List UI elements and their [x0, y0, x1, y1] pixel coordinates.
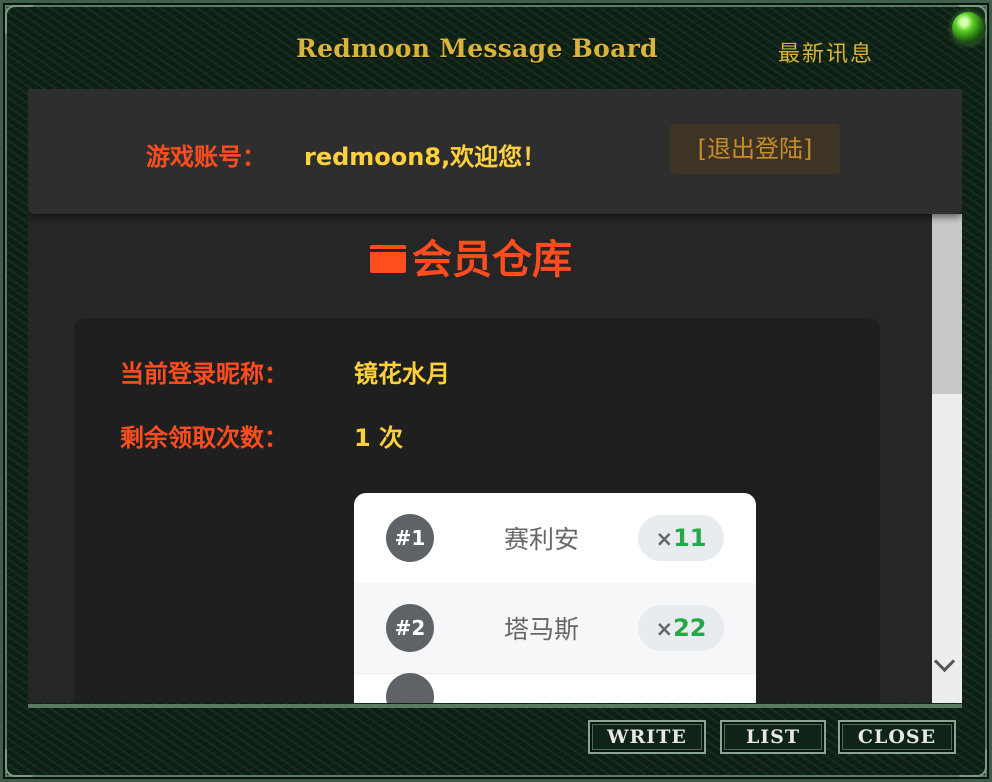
window-title: Redmoon Message Board: [296, 34, 658, 63]
quantity-value: 22: [673, 614, 707, 642]
quantity-prefix: ×: [655, 617, 674, 641]
list-button[interactable]: LIST: [720, 720, 826, 754]
frame-corner-ornament: [5, 5, 33, 33]
list-item-partial[interactable]: [354, 673, 756, 703]
close-button[interactable]: CLOSE: [838, 720, 956, 754]
nickname-value: 镜花水月: [354, 360, 450, 388]
quantity-badge: ×11: [638, 515, 724, 561]
write-button[interactable]: WRITE: [588, 720, 706, 754]
quantity-prefix: ×: [655, 527, 674, 551]
latest-news-link[interactable]: 最新讯息: [778, 36, 874, 68]
scrollbar-thumb[interactable]: [932, 214, 962, 394]
green-gem-icon: [952, 12, 984, 44]
content-viewport: 游戏账号： redmoon8,欢迎您！ [退出登陆] 会员仓库 当前登录昵称： …: [28, 89, 962, 703]
warehouse-card: 当前登录昵称： 镜花水月 剩余领取次数： 1 次 #1 赛利安 ×11 #2 塔…: [74, 318, 880, 703]
rank-badge: #1: [386, 514, 434, 562]
quantity-badge: ×22: [638, 605, 724, 651]
account-value: redmoon8,欢迎您！: [304, 143, 547, 171]
list-item[interactable]: #2 塔马斯 ×22: [354, 583, 756, 674]
rank-badge: [386, 673, 434, 703]
frame-corner-ornament: [959, 749, 987, 777]
item-name: 赛利安: [504, 525, 580, 554]
remaining-label: 剩余领取次数：: [120, 424, 288, 452]
box-icon: [368, 239, 408, 273]
nickname-label: 当前登录昵称：: [120, 360, 288, 388]
remaining-value: 1 次: [354, 424, 404, 452]
chevron-down-icon[interactable]: [933, 650, 956, 673]
account-header: 游戏账号： redmoon8,欢迎您！ [退出登陆]: [28, 89, 962, 214]
quantity-value: 11: [673, 524, 707, 552]
list-item[interactable]: #1 赛利安 ×11: [354, 493, 756, 584]
vertical-scrollbar[interactable]: [932, 214, 962, 703]
rank-badge: #2: [386, 604, 434, 652]
item-name: 塔马斯: [504, 615, 580, 644]
section-title: 会员仓库: [368, 227, 572, 285]
account-label: 游戏账号：: [146, 143, 266, 171]
section-title-text: 会员仓库: [412, 237, 572, 283]
logout-button[interactable]: [退出登陆]: [670, 124, 840, 174]
frame-corner-ornament: [5, 749, 33, 777]
item-list: #1 赛利安 ×11 #2 塔马斯 ×22: [354, 493, 756, 703]
divider: [28, 704, 962, 708]
